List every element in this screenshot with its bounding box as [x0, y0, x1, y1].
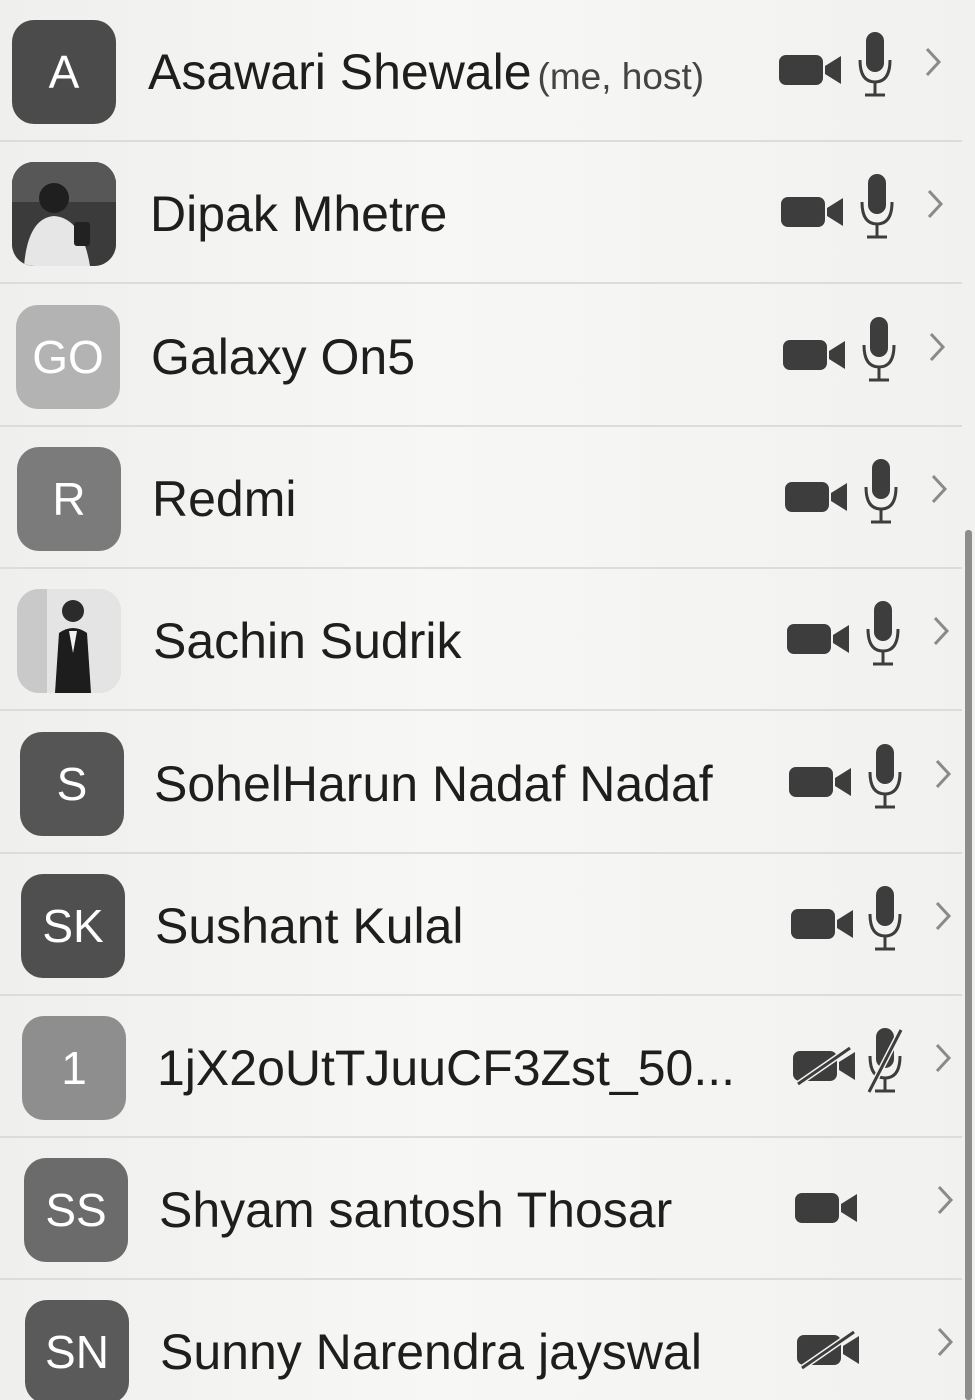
chevron-right-icon[interactable] [924, 186, 946, 222]
participant-name: Sunny Narendra jayswal [160, 1324, 702, 1380]
video-camera-icon [788, 762, 854, 802]
avatar [12, 162, 116, 266]
participant-name-text: Shyam santosh Thosar [159, 1182, 673, 1238]
avatar: SK [21, 874, 125, 978]
chevron-right-icon[interactable] [934, 1182, 956, 1218]
avatar-initials: S [56, 758, 88, 810]
participant-row[interactable]: SK Sushant Kulal [0, 854, 962, 996]
avatar: 1 [22, 1016, 126, 1120]
participant-name: Galaxy On5 [151, 329, 415, 385]
chevron-right-icon[interactable] [934, 1324, 956, 1360]
participant-name-text: Galaxy On5 [151, 329, 416, 385]
avatar-initials: R [52, 473, 86, 525]
avatar-initials: GO [32, 331, 104, 383]
participant-row[interactable]: GO Galaxy On5 [0, 285, 962, 427]
participant-name-text: Redmi [152, 471, 297, 527]
participant-row[interactable]: S SohelHarun Nadaf Nadaf [0, 712, 962, 854]
participant-name-text: Dipak Mhetre [150, 186, 448, 242]
participant-name-text: Sushant Kulal [155, 898, 464, 954]
avatar-initials: 1 [61, 1042, 87, 1094]
video-camera-icon [790, 904, 856, 944]
video-camera-icon [778, 50, 844, 90]
participant-row[interactable]: Dipak Mhetre [0, 142, 962, 284]
video-camera-off-icon [796, 1329, 862, 1371]
video-camera-icon [784, 477, 850, 517]
scrollbar[interactable] [965, 530, 972, 1400]
avatar: SN [25, 1300, 129, 1400]
chevron-right-icon[interactable] [928, 471, 950, 507]
video-camera-icon [782, 335, 848, 375]
participant-name: Asawari Shewale (me, host) [148, 44, 704, 105]
participant-name: 1jX2oUtTJuuCF3Zst_50... [157, 1040, 735, 1096]
participant-row[interactable]: SS Shyam santosh Thosar [0, 1138, 962, 1280]
participant-name: SohelHarun Nadaf Nadaf [154, 756, 713, 812]
video-camera-icon [794, 1188, 860, 1228]
participant-row[interactable]: A Asawari Shewale (me, host) [0, 0, 962, 142]
chevron-right-icon[interactable] [932, 1040, 954, 1076]
avatar-initials: SK [42, 900, 104, 952]
avatar [17, 589, 121, 693]
avatar: R [17, 447, 121, 551]
avatar: A [12, 20, 116, 124]
avatar: S [20, 732, 124, 836]
microphone-icon [867, 742, 903, 812]
participant-row[interactable]: R Redmi [0, 427, 962, 569]
participant-name: Sushant Kulal [155, 898, 464, 954]
chevron-right-icon[interactable] [932, 756, 954, 792]
video-camera-icon [786, 619, 852, 659]
avatar: SS [24, 1158, 128, 1262]
avatar-initials: SS [45, 1184, 107, 1236]
participant-name: Shyam santosh Thosar [159, 1182, 672, 1238]
participant-row[interactable]: SN Sunny Narendra jayswal [0, 1280, 962, 1400]
participant-name: Dipak Mhetre [150, 186, 447, 242]
microphone-icon [857, 30, 893, 100]
participant-name-text: Sunny Narendra jayswal [160, 1324, 702, 1380]
microphone-icon [861, 315, 897, 385]
participant-name-text: 1jX2oUtTJuuCF3Zst_50... [157, 1040, 736, 1096]
microphone-icon [867, 884, 903, 954]
participants-list: A Asawari Shewale (me, host) Dipak Mhetre GO… [0, 0, 975, 1400]
microphone-icon [863, 457, 899, 527]
chevron-right-icon[interactable] [930, 613, 952, 649]
avatar-initials: SN [45, 1326, 109, 1378]
participant-name: Sachin Sudrik [153, 613, 462, 669]
microphone-muted-icon [866, 1026, 904, 1096]
participant-name-text: Asawari Shewale [148, 44, 532, 100]
chevron-right-icon[interactable] [922, 44, 944, 80]
participant-name-text: Sachin Sudrik [153, 613, 462, 669]
participant-name: Redmi [152, 471, 296, 527]
video-camera-icon [780, 192, 846, 232]
chevron-right-icon[interactable] [926, 329, 948, 365]
avatar-initials: A [48, 46, 80, 98]
chevron-right-icon[interactable] [932, 898, 954, 934]
participant-row[interactable]: 1 1jX2oUtTJuuCF3Zst_50... [0, 996, 962, 1138]
video-camera-off-icon [792, 1045, 858, 1087]
participant-row[interactable]: Sachin Sudrik [0, 569, 962, 711]
microphone-icon [859, 172, 895, 242]
participant-name-text: SohelHarun Nadaf Nadaf [154, 756, 713, 812]
avatar: GO [16, 305, 120, 409]
participant-role-label: (me, host) [537, 56, 705, 97]
microphone-icon [865, 599, 901, 669]
